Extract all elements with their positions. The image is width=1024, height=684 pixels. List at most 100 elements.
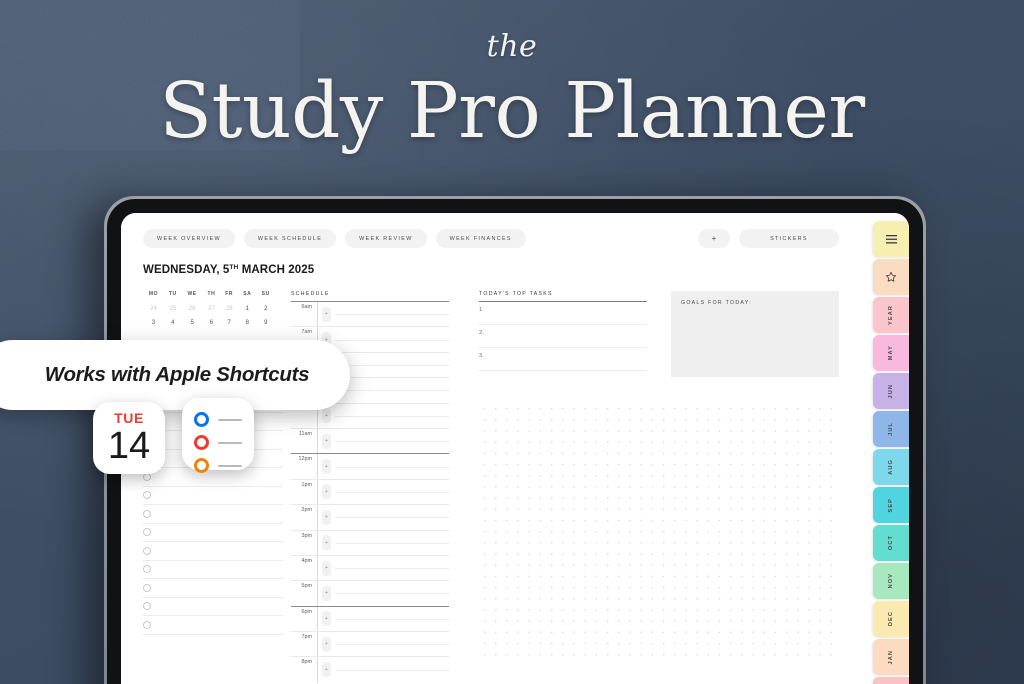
task-row[interactable] xyxy=(143,561,283,579)
schedule-add-icon[interactable]: + xyxy=(322,636,331,652)
schedule-slot[interactable]: + xyxy=(318,581,449,605)
schedule-slot[interactable]: + xyxy=(318,531,449,555)
mini-calendar-day[interactable]: 2 xyxy=(257,302,275,316)
goals-box[interactable]: GOALS FOR TODAY: xyxy=(671,291,839,377)
reminders-app-icon[interactable] xyxy=(182,398,254,473)
date-month-year: MARCH 2025 xyxy=(238,264,315,276)
tab-week-review[interactable]: WEEK REVIEW xyxy=(345,229,427,248)
schedule-row[interactable]: 7pm + xyxy=(291,631,449,657)
mini-calendar-day[interactable]: 28 xyxy=(220,302,238,316)
task-row[interactable] xyxy=(143,579,283,598)
task-checkbox-icon[interactable] xyxy=(143,583,151,592)
schedule-row[interactable]: 6am + xyxy=(291,301,449,327)
schedule-add-icon[interactable]: + xyxy=(322,585,331,601)
task-checkbox-icon[interactable] xyxy=(143,620,151,629)
schedule-slot[interactable]: + xyxy=(318,505,449,529)
top-task-row[interactable]: 2. xyxy=(479,325,647,348)
schedule-row[interactable]: 8pm + xyxy=(291,656,449,682)
mini-calendar-day[interactable]: 3 xyxy=(143,316,164,330)
mini-calendar-day[interactable]: 4 xyxy=(164,316,182,330)
schedule-add-icon[interactable]: + xyxy=(322,306,331,322)
tab-month-year[interactable]: YEAR xyxy=(873,297,909,333)
schedule-slot[interactable]: + xyxy=(318,302,449,326)
tab-month-feb[interactable]: FEB xyxy=(873,677,909,684)
tab-month-oct[interactable]: OCT xyxy=(873,525,909,561)
tab-month-sep[interactable]: SEP xyxy=(873,487,909,523)
tab-week-overview[interactable]: WEEK OVERVIEW xyxy=(143,229,235,248)
top-tasks-list[interactable]: 1. 2. 3. xyxy=(479,302,647,371)
schedule-add-icon[interactable]: + xyxy=(322,433,331,449)
task-checkbox-icon[interactable] xyxy=(143,546,151,555)
schedule-add-icon[interactable]: + xyxy=(322,484,331,500)
schedule-row[interactable]: 5pm + xyxy=(291,580,449,606)
mini-calendar-day[interactable]: 5 xyxy=(182,316,203,330)
goals-heading: GOALS FOR TODAY: xyxy=(681,300,752,306)
mini-calendar-day[interactable]: 9 xyxy=(257,316,275,330)
mini-calendar-day[interactable]: 27 xyxy=(203,302,221,316)
task-row[interactable] xyxy=(143,616,283,635)
date-header: WEDNESDAY, 5TH MARCH 2025 xyxy=(143,264,839,276)
task-row[interactable] xyxy=(143,524,283,542)
tab-week-finances[interactable]: WEEK FINANCES xyxy=(435,229,526,248)
mini-calendar-day[interactable]: 25 xyxy=(164,302,182,316)
add-button[interactable]: + xyxy=(698,229,730,248)
tab-month-aug[interactable]: AUG xyxy=(873,449,909,485)
mini-calendar-day[interactable]: 8 xyxy=(238,316,256,330)
mini-calendar-weekday-tu: TU xyxy=(168,291,177,297)
schedule-slot[interactable]: + xyxy=(318,404,449,428)
tab-week-schedule[interactable]: WEEK SCHEDULE xyxy=(243,229,337,248)
schedule-slot[interactable]: + xyxy=(318,607,449,631)
schedule-slot[interactable]: + xyxy=(318,556,449,580)
stickers-button[interactable]: STICKERS xyxy=(739,229,839,248)
schedule-add-icon[interactable]: + xyxy=(322,611,331,627)
task-checkbox-icon[interactable] xyxy=(143,491,151,500)
task-row[interactable] xyxy=(143,598,283,616)
schedule-add-icon[interactable]: + xyxy=(322,408,331,424)
schedule-row[interactable]: 12pm + xyxy=(291,453,449,479)
schedule-add-icon[interactable]: + xyxy=(322,535,331,551)
schedule-write-line xyxy=(335,618,449,620)
mini-calendar-day[interactable]: 24 xyxy=(143,302,164,316)
top-task-row[interactable]: 3. xyxy=(479,348,647,371)
schedule-slot[interactable]: + xyxy=(318,657,449,681)
task-row[interactable] xyxy=(143,487,283,505)
tab-star[interactable] xyxy=(873,259,909,295)
tab-month-jan[interactable]: JAN xyxy=(873,639,909,675)
mini-calendar-day[interactable]: 26 xyxy=(182,302,203,316)
task-row[interactable] xyxy=(143,505,283,524)
tab-hamburger[interactable] xyxy=(873,221,909,257)
task-row[interactable] xyxy=(143,542,283,561)
tab-month-jun[interactable]: JUN xyxy=(873,373,909,409)
mini-calendar[interactable]: MO TU WE TH FR SA SU 24 25 26 27 28 1 2 3 4 5 6 7 8 9 xyxy=(143,291,275,330)
schedule-row[interactable]: 3pm + xyxy=(291,529,449,555)
tab-month-jul[interactable]: JUL xyxy=(873,411,909,447)
mini-calendar-day[interactable]: 7 xyxy=(220,316,238,330)
schedule-row[interactable]: 4pm + xyxy=(291,554,449,581)
schedule-row[interactable]: 1pm + xyxy=(291,478,449,505)
schedule-add-icon[interactable]: + xyxy=(322,509,331,525)
task-checkbox-icon[interactable] xyxy=(143,509,151,518)
task-checkbox-icon[interactable] xyxy=(143,528,151,537)
mini-calendar-day[interactable]: 1 xyxy=(238,302,256,316)
schedule-hour-label: 6am xyxy=(301,304,313,310)
tab-month-nov[interactable]: NOV xyxy=(873,563,909,599)
schedule-row[interactable]: 6pm + xyxy=(291,605,449,632)
schedule-slot[interactable]: + xyxy=(318,480,449,504)
schedule-slot[interactable]: + xyxy=(318,454,449,478)
task-checkbox-icon[interactable] xyxy=(143,565,151,574)
dot-grid-notes-area[interactable] xyxy=(479,403,839,661)
mini-calendar-weekday-th: TH xyxy=(207,291,216,297)
schedule-slot[interactable]: + xyxy=(318,429,449,453)
calendar-app-icon[interactable]: TUE 14 xyxy=(93,402,165,474)
top-task-row[interactable]: 1. xyxy=(479,302,647,325)
schedule-add-icon[interactable]: + xyxy=(322,662,331,678)
tab-month-may[interactable]: MAY xyxy=(873,335,909,371)
schedule-add-icon[interactable]: + xyxy=(322,459,331,475)
schedule-slot[interactable]: + xyxy=(318,632,449,656)
schedule-add-icon[interactable]: + xyxy=(322,560,331,576)
task-checkbox-icon[interactable] xyxy=(143,602,151,611)
tab-month-dec[interactable]: DEC xyxy=(873,601,909,637)
schedule-row[interactable]: 2pm + xyxy=(291,504,449,530)
mini-calendar-day[interactable]: 6 xyxy=(203,316,221,330)
schedule-row[interactable]: 11am + xyxy=(291,427,449,454)
